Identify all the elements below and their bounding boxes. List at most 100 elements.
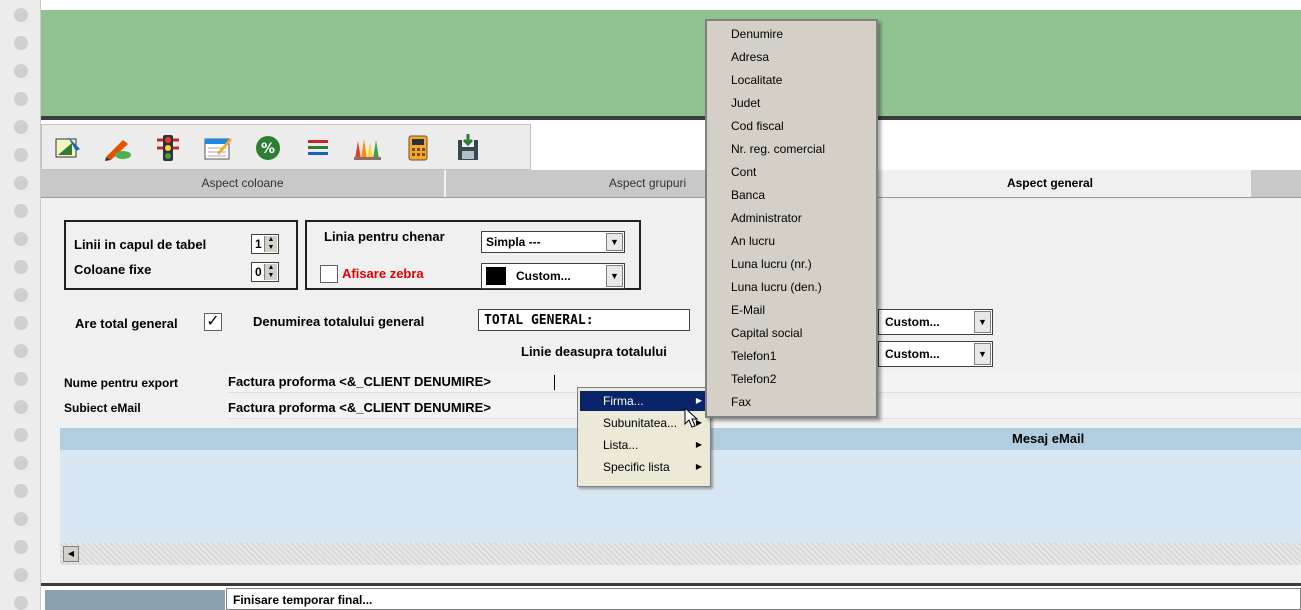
- total-checkbox[interactable]: ✓: [204, 313, 222, 331]
- scroll-left-icon[interactable]: ◀: [63, 546, 79, 562]
- binder-hole: [14, 484, 28, 498]
- submenu-item-luna-lucru-nr[interactable]: Luna lucru (nr.): [731, 257, 812, 271]
- horizontal-scrollbar[interactable]: [60, 543, 1301, 565]
- menu-item-specific-lista[interactable]: Specific lista ▶: [580, 457, 708, 477]
- zebra-checkbox[interactable]: [320, 265, 338, 283]
- submenu-item-administrator[interactable]: Administrator: [731, 211, 802, 225]
- spin-down-icon[interactable]: ▼: [265, 272, 277, 280]
- menu-item-lista[interactable]: Lista... ▶: [580, 435, 708, 455]
- submenu-item-fax[interactable]: Fax: [731, 395, 751, 409]
- line-above-total-select[interactable]: Custom... ▼: [878, 341, 993, 367]
- tab-aspect-coloane[interactable]: Aspect coloane: [41, 170, 446, 197]
- design-icon[interactable]: [50, 134, 86, 162]
- tab-bar: Aspect coloane Aspect grupuri Aspect gen…: [41, 170, 1301, 198]
- binder-hole: [14, 344, 28, 358]
- total-label: Are total general: [75, 316, 178, 331]
- footer-separator: [41, 583, 1301, 586]
- line-above-value: Custom...: [885, 347, 940, 361]
- export-name-label: Nume pentru export: [64, 376, 179, 390]
- binder-hole: [14, 456, 28, 470]
- tab-aspect-general[interactable]: Aspect general: [851, 170, 1251, 197]
- calendar-edit-icon[interactable]: [200, 134, 236, 162]
- header-banner: [41, 10, 1301, 116]
- chevron-down-icon[interactable]: ▼: [974, 343, 991, 365]
- binder-hole: [14, 540, 28, 554]
- status-block: [45, 590, 225, 610]
- binder-hole: [14, 176, 28, 190]
- binder-hole: [14, 232, 28, 246]
- binder-hole: [14, 288, 28, 302]
- menu-item-label: Subunitatea...: [603, 416, 678, 430]
- menu-item-label: Lista...: [603, 438, 639, 452]
- submenu-item-capital-social[interactable]: Capital social: [731, 326, 802, 340]
- chevron-down-icon[interactable]: ▼: [974, 311, 991, 333]
- chevron-down-icon[interactable]: ▼: [606, 233, 623, 251]
- header-rows-value: 1: [255, 237, 262, 251]
- submenu-item-localitate[interactable]: Localitate: [731, 73, 782, 87]
- chevron-right-icon: ▶: [695, 440, 702, 449]
- calculator-icon[interactable]: [400, 134, 436, 162]
- binder-hole: [14, 596, 28, 610]
- fixed-columns-value: 0: [255, 265, 262, 279]
- spinner-buttons[interactable]: ▲ ▼: [264, 264, 277, 280]
- spin-down-icon[interactable]: ▼: [265, 244, 277, 252]
- binder-hole: [14, 148, 28, 162]
- svg-text:%: %: [261, 141, 275, 157]
- line-above-total-label: Linie deasupra totalului: [521, 344, 667, 359]
- submenu-item-banca[interactable]: Banca: [731, 188, 765, 202]
- menu-item-label: Specific lista: [603, 460, 670, 474]
- binder-hole: [14, 372, 28, 386]
- total-name-field[interactable]: TOTAL GENERAL:: [478, 309, 690, 331]
- export-name-value: Factura proforma <&_CLIENT DENUMIRE>: [228, 374, 491, 389]
- binder-hole: [14, 512, 28, 526]
- zebra-label: Afisare zebra: [342, 266, 424, 281]
- binder-hole: [14, 36, 28, 50]
- zebra-color-value: Custom...: [516, 269, 571, 283]
- context-menu: Firma... ▶ Subunitatea... ▶ Lista... ▶ S…: [577, 387, 711, 487]
- zebra-color-select[interactable]: Custom... ▼: [481, 263, 625, 289]
- header-separator: [41, 116, 1301, 120]
- binder-hole: [14, 204, 28, 218]
- binder-strip: [0, 0, 41, 610]
- binder-hole: [14, 120, 28, 134]
- submenu-item-denumire[interactable]: Denumire: [731, 27, 783, 41]
- save-export-icon[interactable]: [450, 134, 486, 162]
- border-line-select[interactable]: Simpla --- ▼: [481, 231, 625, 253]
- lines-icon[interactable]: [300, 134, 336, 162]
- status-bar: Finisare temporar final...: [226, 588, 1301, 610]
- spin-up-icon[interactable]: ▲: [265, 236, 277, 244]
- fixed-columns-label: Coloane fixe: [74, 262, 152, 277]
- binder-hole: [14, 400, 28, 414]
- traffic-light-icon[interactable]: [150, 134, 186, 162]
- submenu-item-cont[interactable]: Cont: [731, 165, 756, 179]
- submenu-item-judet[interactable]: Judet: [731, 96, 760, 110]
- submenu-item-adresa[interactable]: Adresa: [731, 50, 769, 64]
- total-name-label: Denumirea totalului general: [253, 314, 425, 329]
- toolbar: %: [41, 124, 531, 170]
- submenu-item-telefon2[interactable]: Telefon2: [731, 372, 776, 386]
- submenu-item-nr-reg-comercial[interactable]: Nr. reg. comercial: [731, 142, 825, 156]
- color-swatch: [486, 267, 506, 285]
- firma-submenu: Denumire Adresa Localitate Judet Cod fis…: [705, 19, 878, 418]
- binder-hole: [14, 568, 28, 582]
- chevron-right-icon: ▶: [695, 462, 702, 471]
- email-message-label: Mesaj eMail: [1012, 431, 1085, 446]
- binder-hole: [14, 260, 28, 274]
- submenu-item-cod-fiscal[interactable]: Cod fiscal: [731, 119, 784, 133]
- fixed-columns-stepper[interactable]: 0 ▲ ▼: [251, 262, 279, 282]
- header-rows-stepper[interactable]: 1 ▲ ▼: [251, 234, 279, 254]
- crayons-icon[interactable]: [350, 134, 386, 162]
- spin-up-icon[interactable]: ▲: [265, 264, 277, 272]
- chevron-down-icon[interactable]: ▼: [606, 265, 623, 287]
- percent-icon[interactable]: %: [250, 134, 286, 162]
- email-subject-label: Subiect eMail: [64, 401, 141, 415]
- spinner-buttons[interactable]: ▲ ▼: [264, 236, 277, 252]
- submenu-item-email[interactable]: E-Mail: [731, 303, 765, 317]
- submenu-item-telefon1[interactable]: Telefon1: [731, 349, 776, 363]
- edit-pen-icon[interactable]: [100, 134, 136, 162]
- submenu-item-an-lucru[interactable]: An lucru: [731, 234, 775, 248]
- binder-hole: [14, 8, 28, 22]
- total-color-select[interactable]: Custom... ▼: [878, 309, 993, 335]
- binder-hole: [14, 92, 28, 106]
- submenu-item-luna-lucru-den[interactable]: Luna lucru (den.): [731, 280, 822, 294]
